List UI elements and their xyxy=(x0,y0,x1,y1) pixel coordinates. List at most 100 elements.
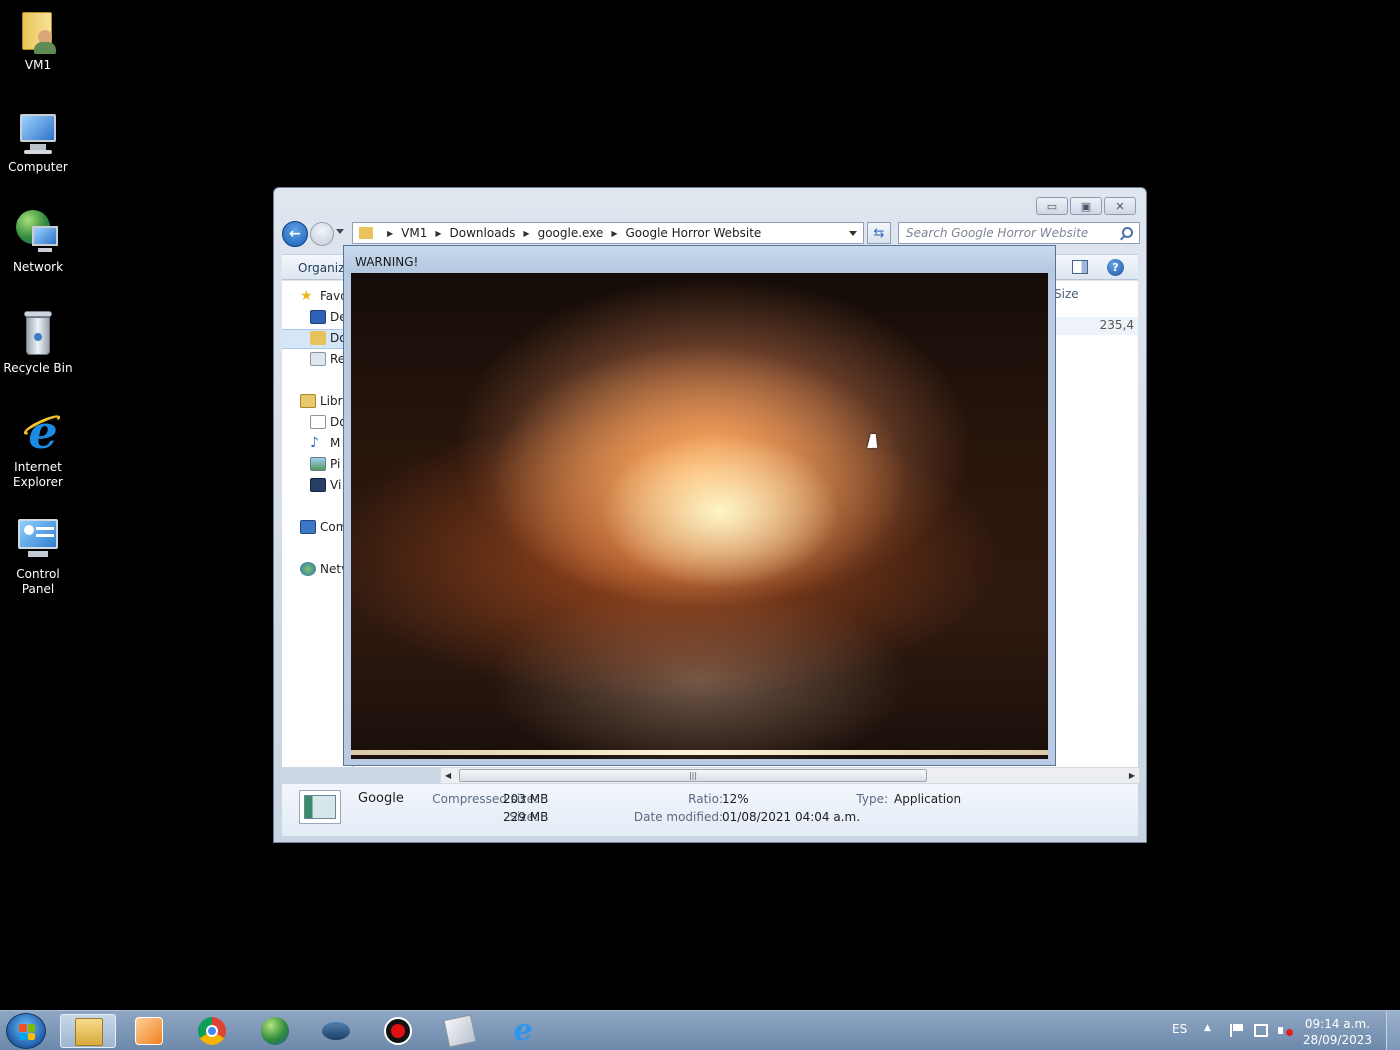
user-folder-icon xyxy=(14,8,62,56)
desktop-icon-internet-explorer[interactable]: e Internet Explorer xyxy=(0,409,76,490)
volume-muted-icon[interactable] xyxy=(1278,1024,1293,1037)
generic-app-icon xyxy=(443,1014,477,1048)
internet-explorer-icon: e xyxy=(14,409,63,458)
nav-item-libraries[interactable]: Libr xyxy=(300,392,343,410)
breadcrumb-vm1[interactable]: VM1 xyxy=(401,226,427,240)
help-icon[interactable]: ? xyxy=(1107,259,1124,276)
breadcrumb-current[interactable]: Google Horror Website xyxy=(625,226,761,240)
navigation-pane: ★ Favo De Do Re Libr Do ♪ M Pi Vi Com Netv xyxy=(282,281,352,767)
forward-button[interactable] xyxy=(310,222,334,246)
taskbar-explorer-button[interactable] xyxy=(60,1014,116,1048)
breadcrumb-google-exe[interactable]: google.exe xyxy=(538,226,604,240)
address-dropdown-icon[interactable] xyxy=(849,230,857,236)
start-button[interactable] xyxy=(6,1013,46,1049)
taskbar-ie-button[interactable]: e xyxy=(495,1014,551,1048)
desktop-icon-computer[interactable]: Computer xyxy=(0,110,76,175)
globe-download-icon xyxy=(261,1017,289,1045)
clock[interactable]: 09:14 a.m. 28/09/2023 xyxy=(1303,1016,1372,1048)
ratio-label: Ratio: xyxy=(688,792,723,806)
warning-title: WARNING! xyxy=(344,246,1055,273)
search-input[interactable]: Search Google Horror Website xyxy=(898,222,1140,244)
videos-icon xyxy=(310,478,326,492)
nav-label: M xyxy=(330,436,341,450)
type-value: Application xyxy=(894,792,962,806)
music-note-icon: ♪ xyxy=(310,435,319,451)
ratio-value: 12% xyxy=(722,792,749,806)
nav-item-documents[interactable]: Do xyxy=(310,413,347,431)
show-desktop-button[interactable] xyxy=(1386,1011,1400,1050)
refresh-icon: ⇆ xyxy=(873,225,885,241)
nav-item-downloads[interactable]: Do xyxy=(310,329,347,347)
network-icon xyxy=(300,562,316,576)
desktop-icon-label: Computer xyxy=(8,160,68,174)
network-tray-icon[interactable] xyxy=(1254,1024,1268,1037)
preview-pane-icon[interactable] xyxy=(1072,260,1088,274)
search-placeholder: Search Google Horror Website xyxy=(906,226,1089,240)
internet-explorer-icon: e xyxy=(513,1013,533,1048)
desktop-icon-label: Network xyxy=(12,260,64,274)
taskbar-app-button[interactable] xyxy=(308,1014,364,1048)
breadcrumb-arrow-icon[interactable]: ▶ xyxy=(523,229,529,238)
desktop-icon-label: Recycle Bin xyxy=(3,361,73,375)
windows-logo-icon xyxy=(19,1024,35,1040)
scroll-thumb[interactable]: ||| xyxy=(459,769,927,782)
desktop-icon-label: VM1 xyxy=(24,58,52,72)
date-modified-label: Date modified: xyxy=(633,810,723,824)
desktop-icon-control-panel[interactable]: Control Panel xyxy=(0,517,76,597)
desktop-icon-network[interactable]: Network xyxy=(0,210,76,275)
breadcrumb-downloads[interactable]: Downloads xyxy=(450,226,516,240)
refresh-button[interactable]: ⇆ xyxy=(867,222,891,244)
taskbar-chrome-button[interactable] xyxy=(184,1014,240,1048)
close-icon: ✕ xyxy=(1115,199,1125,213)
breadcrumb-arrow-icon[interactable]: ▶ xyxy=(611,229,617,238)
recycle-bin-icon xyxy=(14,311,62,359)
clock-date: 28/09/2023 xyxy=(1302,1033,1372,1047)
size-value: 229 MB xyxy=(503,810,549,824)
minimize-icon: ▭ xyxy=(1046,199,1058,213)
taskbar-recorder-button[interactable] xyxy=(370,1014,426,1048)
desktop-icon xyxy=(310,310,326,324)
scroll-right-icon[interactable]: ▶ xyxy=(1129,771,1135,780)
file-name: Google xyxy=(358,791,404,806)
nav-item-recent[interactable]: Re xyxy=(310,350,345,368)
clock-time: 09:14 a.m. xyxy=(1304,1017,1370,1031)
nav-item-videos[interactable]: Vi xyxy=(310,476,341,494)
nav-item-network[interactable]: Netv xyxy=(300,560,348,578)
downloads-folder-icon xyxy=(310,331,326,345)
scroll-left-icon[interactable]: ◀ xyxy=(445,771,451,780)
nav-item-desktop[interactable]: De xyxy=(310,308,347,326)
nav-item-favorites[interactable]: ★ Favo xyxy=(300,287,348,305)
recent-pages-dropdown[interactable] xyxy=(336,229,344,234)
navigation-row: ← ▶ VM1 ▶ Downloads ▶ google.exe ▶ Googl… xyxy=(282,220,1140,247)
pictures-icon xyxy=(310,457,326,471)
taskbar-media-player-button[interactable] xyxy=(121,1014,177,1048)
libraries-icon xyxy=(300,394,316,408)
desktop-icon-recycle-bin[interactable]: Recycle Bin xyxy=(0,311,76,376)
control-panel-icon xyxy=(14,517,62,565)
breadcrumb-arrow-icon[interactable]: ▶ xyxy=(435,229,441,238)
horizontal-scrollbar[interactable]: ◀ ||| ▶ xyxy=(440,767,1140,784)
maximize-icon: ▣ xyxy=(1080,199,1092,213)
type-label: Type: xyxy=(856,792,888,806)
maximize-button[interactable]: ▣ xyxy=(1070,197,1102,215)
taskbar-blank-app-button[interactable] xyxy=(432,1014,488,1048)
nav-label: Pi xyxy=(330,457,341,471)
search-icon[interactable] xyxy=(1122,227,1133,238)
back-button[interactable]: ← xyxy=(282,221,308,247)
language-indicator[interactable]: ES xyxy=(1172,1022,1187,1036)
desktop-icon-vm1[interactable]: VM1 xyxy=(0,8,76,73)
network-globe-icon xyxy=(14,210,62,258)
column-header-size[interactable]: Size xyxy=(1050,287,1138,307)
nav-item-computer[interactable]: Com xyxy=(300,518,347,536)
close-button[interactable]: ✕ xyxy=(1104,197,1136,215)
address-bar[interactable]: ▶ VM1 ▶ Downloads ▶ google.exe ▶ Google … xyxy=(352,222,864,244)
nav-item-music[interactable]: ♪ M xyxy=(310,434,340,452)
taskbar-download-manager-button[interactable] xyxy=(247,1014,303,1048)
breadcrumb-arrow-icon[interactable]: ▶ xyxy=(387,229,393,238)
taskbar: e ES ▲ 09:14 a.m. 28/09/2023 xyxy=(0,1010,1400,1050)
show-hidden-icons-icon[interactable]: ▲ xyxy=(1204,1023,1211,1033)
minimize-button[interactable]: ▭ xyxy=(1036,197,1068,215)
action-center-flag-icon[interactable] xyxy=(1230,1024,1244,1037)
star-icon: ★ xyxy=(300,288,313,304)
nav-item-pictures[interactable]: Pi xyxy=(310,455,340,473)
